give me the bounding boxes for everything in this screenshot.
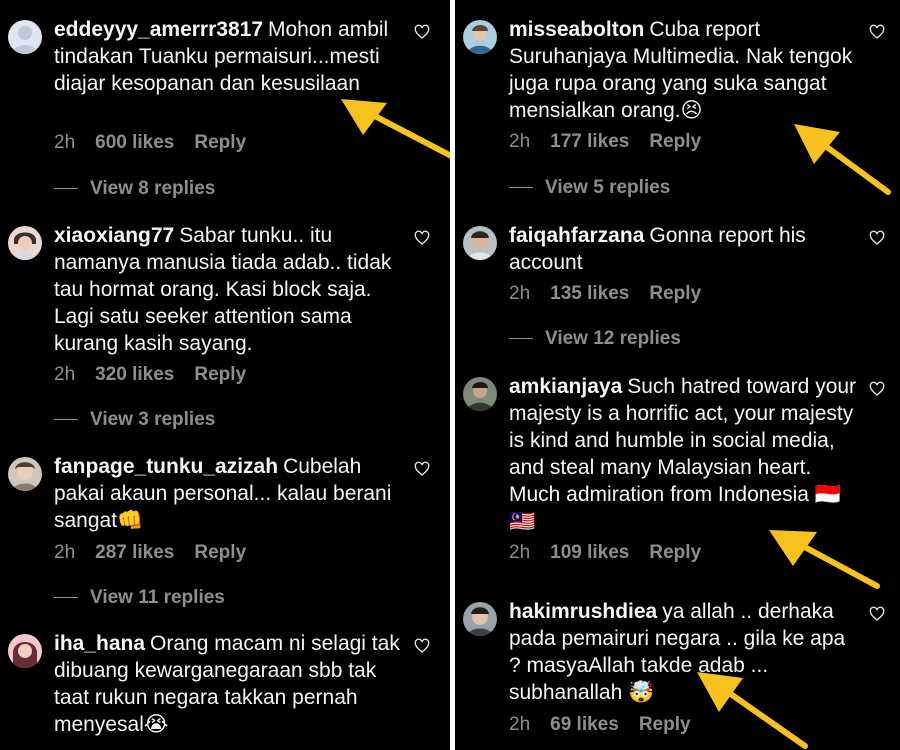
like-heart-icon[interactable] (414, 24, 430, 40)
highlight-arrow-icon (769, 530, 880, 589)
view-replies-label: View 12 replies (545, 328, 681, 349)
reply-button[interactable]: Reply (649, 283, 701, 304)
view-replies-link[interactable]: View 12 replies (509, 328, 681, 350)
comment-likes[interactable]: 320 likes (95, 364, 174, 385)
reply-button[interactable]: Reply (649, 542, 701, 563)
view-replies-link[interactable]: View 8 replies (54, 178, 215, 200)
replies-divider-line (54, 188, 78, 190)
comment-body: eddeyyy_amerrr3817 Mohon ambil tindakan T… (54, 16, 404, 97)
avatar[interactable] (8, 20, 42, 54)
highlight-arrow-icon (341, 99, 460, 162)
replies-divider-line (509, 187, 533, 189)
avatar[interactable] (463, 602, 497, 636)
comment-likes[interactable]: 600 likes (95, 132, 174, 153)
comment-body: xiaoxiang77 Sabar tunku.. itu namanya man… (54, 222, 404, 357)
comment-body: misseabolton Cuba report Suruhanjaya Mult… (509, 16, 859, 124)
view-replies-label: View 11 replies (90, 587, 225, 608)
comment-body: faiqahfarzana Gonna report his account (509, 222, 859, 276)
like-heart-icon[interactable] (869, 24, 885, 40)
comment-username[interactable]: amkianjaya (509, 375, 622, 398)
view-replies-link[interactable]: View 5 replies (509, 177, 670, 199)
comment-likes[interactable]: 69 likes (550, 714, 619, 735)
comment-body: amkianjaya Such hatred toward your majest… (509, 373, 859, 535)
like-heart-icon[interactable] (869, 230, 885, 246)
avatar[interactable] (8, 226, 42, 260)
view-replies-link[interactable]: View 3 replies (54, 409, 215, 431)
avatar[interactable] (8, 634, 42, 668)
highlight-arrow-icon (794, 124, 891, 195)
comment-likes[interactable]: 109 likes (550, 542, 629, 563)
comment-username[interactable]: misseabolton (509, 18, 644, 41)
comment-meta: 2h 109 likes Reply (509, 542, 721, 564)
comment-body: fanpage_tunku_azizah Cubelah pakai akaun … (54, 453, 404, 534)
highlight-arrow-icon (697, 672, 808, 749)
reply-button[interactable]: Reply (649, 131, 701, 152)
comment-username[interactable]: fanpage_tunku_azizah (54, 455, 278, 478)
avatar[interactable] (463, 20, 497, 54)
view-replies-label: View 5 replies (545, 177, 671, 198)
comment-meta: 2h 287 likes Reply (54, 542, 266, 564)
like-heart-icon[interactable] (869, 381, 885, 397)
avatar[interactable] (463, 377, 497, 411)
comment-time: 2h (509, 542, 531, 563)
right-comment-column: misseabolton Cuba report Suruhanjaya Mult… (455, 0, 900, 750)
comment-username[interactable]: faiqahfarzana (509, 224, 644, 247)
comment-time: 2h (509, 714, 531, 735)
left-comment-column: eddeyyy_amerrr3817 Mohon ambil tindakan T… (0, 0, 460, 750)
comment-likes[interactable]: 287 likes (95, 542, 174, 563)
comment-meta: 2h 320 likes Reply (54, 364, 266, 386)
replies-divider-line (509, 338, 533, 340)
comment-body: iha_hana Orang macam ni selagi tak dibuan… (54, 630, 404, 738)
reply-button[interactable]: Reply (194, 132, 246, 153)
like-heart-icon[interactable] (869, 606, 885, 622)
like-heart-icon[interactable] (414, 461, 430, 477)
comment-username[interactable]: hakimrushdiea (509, 600, 657, 623)
comment-meta: 2h 135 likes Reply (509, 283, 721, 305)
view-replies-link[interactable]: View 11 replies (54, 587, 225, 609)
comment-meta: 2h 177 likes Reply (509, 131, 721, 153)
comment-time: 2h (54, 542, 76, 563)
comment-text: Such hatred toward your majesty is a hor… (509, 375, 857, 533)
replies-divider-line (54, 597, 78, 599)
comment-username[interactable]: xiaoxiang77 (54, 224, 174, 247)
comment-likes[interactable]: 177 likes (550, 131, 629, 152)
comment-time: 2h (509, 283, 531, 304)
comment-likes[interactable]: 135 likes (550, 283, 629, 304)
view-replies-label: View 3 replies (90, 409, 216, 430)
reply-button[interactable]: Reply (194, 364, 246, 385)
avatar[interactable] (8, 457, 42, 491)
comment-time: 2h (54, 132, 76, 153)
comment-time: 2h (509, 131, 531, 152)
comment-time: 2h (54, 364, 76, 385)
reply-button[interactable]: Reply (194, 542, 246, 563)
comment-meta: 2h 69 likes Reply (509, 714, 711, 736)
avatar[interactable] (463, 226, 497, 260)
view-replies-label: View 8 replies (90, 178, 216, 199)
comment-meta: 2h 600 likes Reply (54, 132, 266, 154)
comment-username[interactable]: iha_hana (54, 632, 145, 655)
like-heart-icon[interactable] (414, 638, 430, 654)
reply-button[interactable]: Reply (639, 714, 691, 735)
replies-divider-line (54, 419, 78, 421)
like-heart-icon[interactable] (414, 230, 430, 246)
comment-username[interactable]: eddeyyy_amerrr3817 (54, 18, 263, 41)
